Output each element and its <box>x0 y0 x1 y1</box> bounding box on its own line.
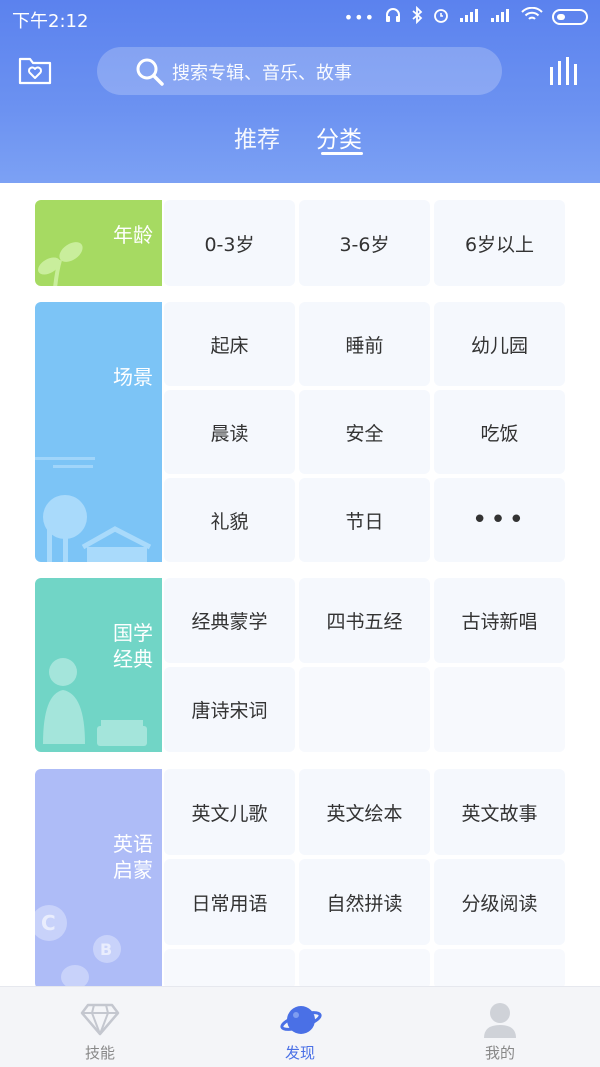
english-partial-cell <box>434 949 565 986</box>
section-english-title-line1: 英语 <box>113 832 153 856</box>
section-english-header: 英语 启蒙 C B <box>35 769 162 986</box>
scene-item[interactable]: 吃饭 <box>434 390 565 474</box>
abc-blocks-illustration: C B <box>35 905 121 986</box>
age-item[interactable]: 0-3岁 <box>164 200 295 286</box>
alarm-icon <box>432 6 450 28</box>
scene-item[interactable]: 安全 <box>299 390 430 474</box>
sprout-illustration <box>38 242 83 286</box>
tab-category[interactable]: 分类 <box>316 120 362 154</box>
headphones-icon <box>384 6 402 28</box>
scholar-illustration <box>43 658 147 746</box>
equalizer-icon <box>550 57 577 85</box>
scene-item[interactable]: 起床 <box>164 302 295 386</box>
category-content[interactable]: 年龄 0-3岁 3-6岁 6岁以上 场景 起床 睡前 幼儿园 晨读 安全 吃饭 … <box>0 183 600 986</box>
signal-icon-1 <box>459 7 481 27</box>
nav-skills-label: 技能 <box>84 1044 115 1062</box>
section-guoxue-title-line1: 国学 <box>113 621 153 645</box>
english-item[interactable]: 英文儿歌 <box>164 769 295 855</box>
english-partial-cell <box>299 949 430 986</box>
equalizer-button[interactable] <box>548 55 580 87</box>
notification-dots: ••• <box>343 7 375 27</box>
house-tree-illustration <box>35 457 152 562</box>
section-english: 英语 启蒙 C B 英文儿歌 英文绘本 英文故事 日常用语 自然拼读 分级阅读 <box>35 769 565 986</box>
english-partial-cell <box>164 949 295 986</box>
scene-item[interactable]: 节日 <box>299 478 430 562</box>
guoxue-empty-cell <box>299 667 430 752</box>
folder-heart-icon <box>18 57 52 85</box>
section-english-title-line2: 启蒙 <box>113 858 153 882</box>
planet-icon <box>280 1006 322 1034</box>
section-guoxue-header: 国学 经典 <box>35 578 162 752</box>
diamond-icon <box>80 1003 120 1036</box>
guoxue-item[interactable]: 经典蒙学 <box>164 578 295 663</box>
english-item[interactable]: 日常用语 <box>164 859 295 945</box>
english-item[interactable]: 英文故事 <box>434 769 565 855</box>
section-scene-title: 场景 <box>113 365 153 389</box>
svg-text:C: C <box>41 911 56 935</box>
favorites-folder-button[interactable] <box>18 55 52 85</box>
guoxue-item[interactable]: 四书五经 <box>299 578 430 663</box>
status-icons: ••• <box>343 5 588 28</box>
section-scene-header: 场景 <box>35 302 162 562</box>
section-guoxue: 国学 经典 经典蒙学 四书五经 古诗新唱 唐诗宋词 <box>35 578 565 752</box>
section-age: 年龄 0-3岁 3-6岁 6岁以上 <box>35 200 565 286</box>
english-item[interactable]: 英文绘本 <box>299 769 430 855</box>
age-item[interactable]: 3-6岁 <box>299 200 430 286</box>
guoxue-empty-cell <box>434 667 565 752</box>
english-item[interactable]: 自然拼读 <box>299 859 430 945</box>
bottom-nav: 技能 发现 我的 <box>0 986 600 1067</box>
nav-discover[interactable]: 发现 <box>240 987 360 1067</box>
scene-item[interactable]: 礼貌 <box>164 478 295 562</box>
active-tab-indicator <box>321 152 363 155</box>
scene-more-button[interactable]: ••• <box>434 478 565 562</box>
nav-mine[interactable]: 我的 <box>440 987 560 1067</box>
status-bar: 下午2:12 ••• <box>0 0 600 36</box>
battery-icon <box>552 9 588 25</box>
tab-recommend[interactable]: 推荐 <box>234 120 280 154</box>
status-time: 下午2:12 <box>12 11 89 32</box>
bluetooth-icon <box>411 5 423 28</box>
header: 下午2:12 ••• 搜索专辑、音乐、故事 推荐 分类 <box>0 0 600 183</box>
search-placeholder: 搜索专辑、音乐、故事 <box>172 63 352 84</box>
scene-item[interactable]: 睡前 <box>299 302 430 386</box>
english-item[interactable]: 分级阅读 <box>434 859 565 945</box>
section-age-header: 年龄 <box>35 200 162 286</box>
nav-skills[interactable]: 技能 <box>40 987 160 1067</box>
wifi-icon <box>521 6 543 27</box>
guoxue-item[interactable]: 唐诗宋词 <box>164 667 295 752</box>
svg-text:B: B <box>100 940 112 959</box>
nav-discover-label: 发现 <box>284 1044 315 1062</box>
scene-item[interactable]: 幼儿园 <box>434 302 565 386</box>
section-scene: 场景 起床 睡前 幼儿园 晨读 安全 吃饭 礼貌 节日 ••• <box>35 302 565 562</box>
signal-icon-2 <box>490 7 512 27</box>
scene-item[interactable]: 晨读 <box>164 390 295 474</box>
guoxue-item[interactable]: 古诗新唱 <box>434 578 565 663</box>
search-icon <box>136 58 164 86</box>
nav-mine-label: 我的 <box>484 1044 515 1062</box>
age-item[interactable]: 6岁以上 <box>434 200 565 286</box>
search-bar[interactable]: 搜索专辑、音乐、故事 <box>97 47 502 95</box>
user-icon <box>484 1003 516 1038</box>
